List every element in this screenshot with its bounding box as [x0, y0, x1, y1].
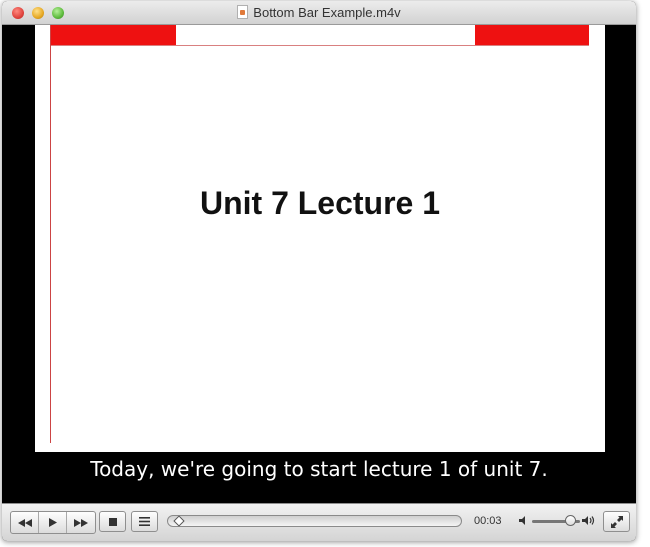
rewind-button[interactable]: [11, 512, 39, 533]
title-bar[interactable]: Bottom Bar Example.m4v: [2, 1, 636, 25]
stop-icon: [108, 517, 117, 526]
volume-high-icon[interactable]: [582, 515, 596, 526]
progress-scrubber[interactable]: [167, 515, 462, 527]
volume-low-icon[interactable]: [519, 516, 528, 525]
fast-forward-icon: [74, 518, 88, 527]
movie-file-icon: [237, 5, 249, 19]
slide-header-bar-right: [475, 25, 589, 45]
chapter-list-icon: [139, 517, 150, 526]
fullscreen-icon: [610, 515, 623, 528]
fast-forward-button[interactable]: [67, 512, 95, 533]
lecture-slide: Unit 7 Lecture 1: [35, 25, 605, 452]
transport-buttons: [10, 511, 96, 534]
window-title: Bottom Bar Example.m4v: [253, 5, 401, 20]
stop-button[interactable]: [99, 511, 126, 532]
player-window: Bottom Bar Example.m4v Unit 7 Lecture 1 …: [2, 1, 636, 541]
slide-top-rule: [51, 45, 589, 46]
rewind-icon: [17, 518, 32, 527]
slide-side-rule: [50, 25, 51, 443]
playback-controls: 00:03: [2, 503, 636, 541]
window-title-area: Bottom Bar Example.m4v: [2, 5, 636, 20]
playhead-handle[interactable]: [173, 515, 185, 527]
elapsed-time: 00:03: [474, 515, 502, 527]
play-icon: [48, 518, 57, 527]
chapter-list-button[interactable]: [131, 511, 158, 532]
play-button[interactable]: [39, 512, 67, 533]
slide-heading: Unit 7 Lecture 1: [199, 185, 441, 221]
volume-slider-knob[interactable]: [565, 515, 577, 526]
video-area[interactable]: Unit 7 Lecture 1 Today, we're going to s…: [2, 25, 636, 503]
subtitle-caption: Today, we're going to start lecture 1 of…: [90, 457, 548, 481]
fullscreen-button[interactable]: [603, 511, 630, 532]
slide-header-bar-left: [51, 25, 176, 45]
